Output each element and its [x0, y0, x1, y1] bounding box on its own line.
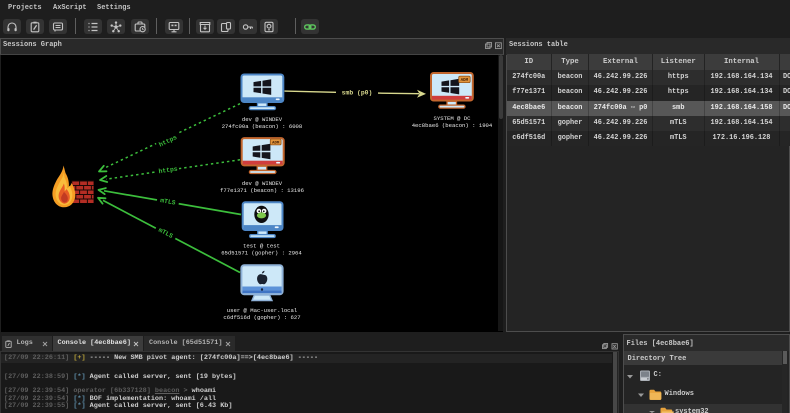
svg-text:mTLS: mTLS — [157, 226, 174, 239]
svg-text:https: https — [158, 165, 178, 175]
svg-text:c6df516d (gopher) : 627: c6df516d (gopher) : 627 — [223, 314, 300, 321]
svg-text:user @ Mac-user.local: user @ Mac-user.local — [227, 307, 298, 314]
svg-text:f77e1371 (beacon) : 13196: f77e1371 (beacon) : 13196 — [220, 186, 304, 193]
svg-text:ADM: ADM — [272, 141, 280, 145]
svg-text:274fc00a (beacon) : 6008: 274fc00a (beacon) : 6008 — [222, 122, 303, 129]
svg-text:smb (p0): smb (p0) — [342, 89, 373, 96]
svg-text:ADM: ADM — [461, 79, 469, 83]
svg-text:mTLS: mTLS — [160, 197, 176, 207]
svg-text:4ec8bae6 (beacon) : 1904: 4ec8bae6 (beacon) : 1904 — [412, 122, 493, 129]
svg-text:65d51571 (gopher) : 2964: 65d51571 (gopher) : 2964 — [221, 249, 302, 256]
svg-text:dev @ WINDEV: dev @ WINDEV — [242, 179, 283, 186]
svg-text:SYSTEM @ DC: SYSTEM @ DC — [434, 115, 472, 122]
svg-text:dev @ WINDEV: dev @ WINDEV — [242, 115, 283, 122]
svg-text:test @ test: test @ test — [243, 242, 280, 249]
